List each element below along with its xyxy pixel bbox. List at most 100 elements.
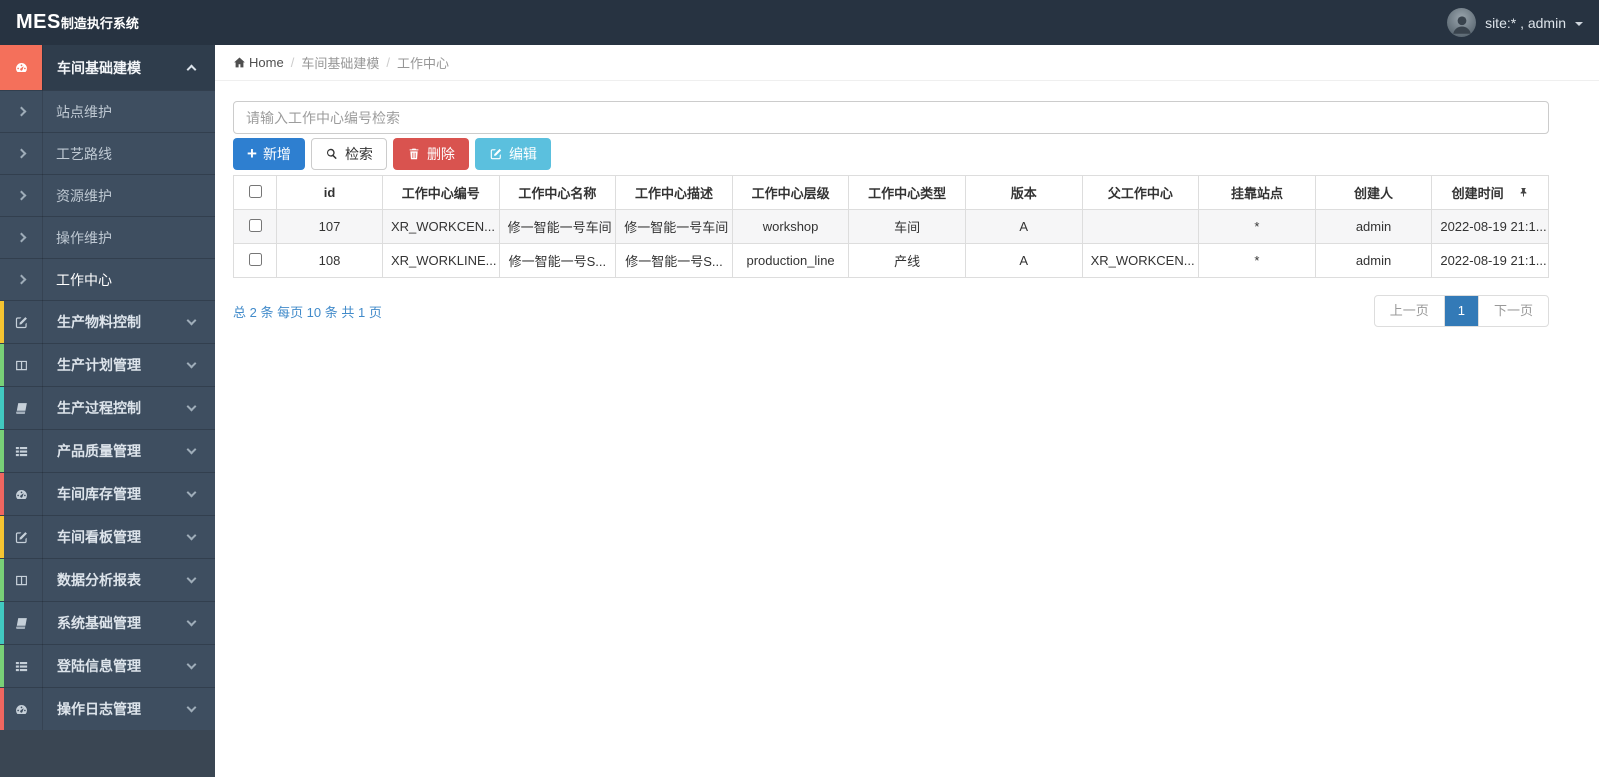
sidebar-group-workshop-modeling[interactable]: 车间基础建模	[0, 45, 215, 90]
sidebar-group-label: 系统基础管理	[57, 615, 141, 631]
pagination-bar: 总 2 条 每页 10 条 共 1 页 上一页 1 下一页	[233, 295, 1549, 327]
pin-icon[interactable]	[1518, 186, 1529, 199]
sidebar-item-process-route[interactable]: 工艺路线	[0, 132, 215, 174]
app-logo-bold: MES	[16, 11, 61, 33]
pagination-prev-button[interactable]: 上一页	[1373, 295, 1445, 327]
cell-level: workshop	[731, 209, 850, 244]
select-all-checkbox[interactable]	[248, 184, 262, 198]
breadcrumb-home-label: Home	[249, 55, 284, 70]
app-logo[interactable]: MES制造执行系统	[0, 11, 155, 34]
breadcrumb-separator: /	[386, 55, 390, 70]
cell-creator: admin	[1314, 209, 1433, 244]
sidebar-item-resource-maintenance[interactable]: 资源维护	[0, 174, 215, 216]
breadcrumb-home-link[interactable]: Home	[233, 55, 284, 70]
search-button[interactable]: 检索	[310, 138, 387, 170]
sidebar-group-quality-management[interactable]: 产品质量管理	[0, 429, 215, 472]
sidebar-group-analytics-reports[interactable]: 数据分析报表	[0, 558, 215, 601]
column-header-version: 版本	[964, 175, 1083, 210]
list-icon	[0, 444, 42, 459]
toolbar: + 新增 检索 删除 编辑	[233, 138, 1549, 170]
user-label: site:* , admin	[1485, 14, 1566, 31]
column-header-description: 工作中心描述	[615, 175, 733, 210]
dashboard-icon	[0, 702, 42, 717]
column-header-type: 工作中心类型	[848, 175, 966, 210]
column-header-code: 工作中心编号	[382, 175, 500, 210]
sidebar-group-label: 车间看板管理	[57, 529, 141, 545]
chevron-right-icon	[0, 190, 42, 201]
add-button[interactable]: + 新增	[233, 138, 305, 170]
row-checkbox[interactable]	[248, 218, 262, 232]
breadcrumb-level1-link[interactable]: 车间基础建模	[301, 53, 379, 72]
table-row[interactable]: 107 XR_WORKCEN... 修一智能一号车间 修一智能一号车间 work…	[233, 209, 1549, 244]
user-dropdown[interactable]: site:* , admin	[1431, 0, 1599, 45]
chevron-right-icon	[0, 274, 42, 285]
edit-icon	[490, 148, 502, 160]
sidebar-group-system-management[interactable]: 系统基础管理	[0, 601, 215, 644]
sidebar-item-label: 工作中心	[56, 271, 112, 288]
book-icon	[0, 616, 42, 631]
edit-icon	[0, 530, 42, 545]
cell-name: 修一智能一号S...	[498, 243, 617, 278]
column-header-created-time-label: 创建时间	[1451, 186, 1504, 201]
cell-station: *	[1198, 209, 1316, 244]
sidebar-group-label: 操作日志管理	[57, 701, 141, 717]
column-header-level: 工作中心层级	[731, 175, 850, 210]
row-select-cell	[233, 209, 277, 244]
top-navbar: MES制造执行系统 site:* , admin	[0, 0, 1599, 45]
sidebar-group-operation-log-management[interactable]: 操作日志管理	[0, 687, 215, 730]
sidebar-item-operation-maintenance[interactable]: 操作维护	[0, 216, 215, 258]
table-header-row: id 工作中心编号 工作中心名称 工作中心描述 工作中心层级 工作中心类型 版本…	[233, 175, 1549, 210]
group-color-strip	[0, 387, 4, 429]
chevron-down-icon	[186, 315, 197, 326]
sidebar-item-station-maintenance[interactable]: 站点维护	[0, 90, 215, 132]
sidebar-item-label: 资源维护	[56, 187, 112, 204]
edit-button[interactable]: 编辑	[474, 138, 551, 170]
trash-icon	[409, 148, 419, 160]
search-input[interactable]	[233, 101, 1549, 134]
caret-down-icon	[1575, 21, 1583, 26]
breadcrumb-separator: /	[290, 55, 295, 70]
plus-icon: +	[247, 143, 257, 163]
sidebar-group-board-management[interactable]: 车间看板管理	[0, 515, 215, 558]
column-header-creator: 创建人	[1314, 175, 1433, 210]
select-all-cell	[233, 175, 277, 210]
table-row[interactable]: 108 XR_WORKLINE... 修一智能一号S... 修一智能一号S...…	[233, 243, 1549, 278]
column-header-station: 挂靠站点	[1198, 175, 1316, 210]
user-avatar	[1447, 8, 1477, 37]
sidebar-item-work-center[interactable]: 工作中心	[0, 258, 215, 300]
sidebar-group-plan-management[interactable]: 生产计划管理	[0, 343, 215, 386]
page-body: + 新增 检索 删除 编辑	[215, 81, 1599, 327]
row-checkbox[interactable]	[248, 252, 262, 266]
sidebar-group-label: 数据分析报表	[57, 572, 141, 588]
sidebar-group-process-control[interactable]: 生产过程控制	[0, 386, 215, 429]
chevron-down-icon	[186, 616, 197, 627]
sidebar-group-inventory-management[interactable]: 车间库存管理	[0, 472, 215, 515]
sidebar-group-material-control[interactable]: 生产物料控制	[0, 300, 215, 343]
main-content: Home / 车间基础建模 / 工作中心 + 新增 检索 删除 编辑	[215, 45, 1599, 777]
chevron-down-icon	[186, 401, 197, 412]
sidebar-item-label: 站点维护	[56, 103, 112, 120]
dashboard-icon	[0, 487, 42, 502]
chevron-up-icon	[186, 64, 197, 75]
delete-button[interactable]: 删除	[392, 138, 469, 170]
chevron-down-icon	[186, 702, 197, 713]
sidebar-group-login-info-management[interactable]: 登陆信息管理	[0, 644, 215, 687]
cell-name: 修一智能一号车间	[498, 209, 617, 244]
cell-parent	[1081, 209, 1200, 244]
cell-created-time: 2022-08-19 21:1...	[1431, 243, 1549, 278]
search-button-label: 检索	[344, 146, 373, 162]
group-color-strip	[0, 559, 4, 601]
chevron-right-icon	[0, 106, 42, 117]
pagination-page-1[interactable]: 1	[1443, 295, 1479, 327]
breadcrumb: Home / 车间基础建模 / 工作中心	[215, 45, 1599, 81]
pagination-next-button[interactable]: 下一页	[1477, 295, 1549, 327]
list-icon	[0, 659, 42, 674]
group-color-strip	[0, 645, 4, 687]
cell-level: production_line	[731, 243, 850, 278]
columns-icon	[0, 573, 42, 588]
chevron-down-icon	[186, 659, 197, 670]
group-color-strip	[0, 516, 4, 558]
sidebar-group-label: 车间库存管理	[57, 486, 141, 502]
cell-description: 修一智能一号车间	[615, 209, 733, 244]
pagination-controls: 上一页 1 下一页	[1373, 295, 1549, 327]
